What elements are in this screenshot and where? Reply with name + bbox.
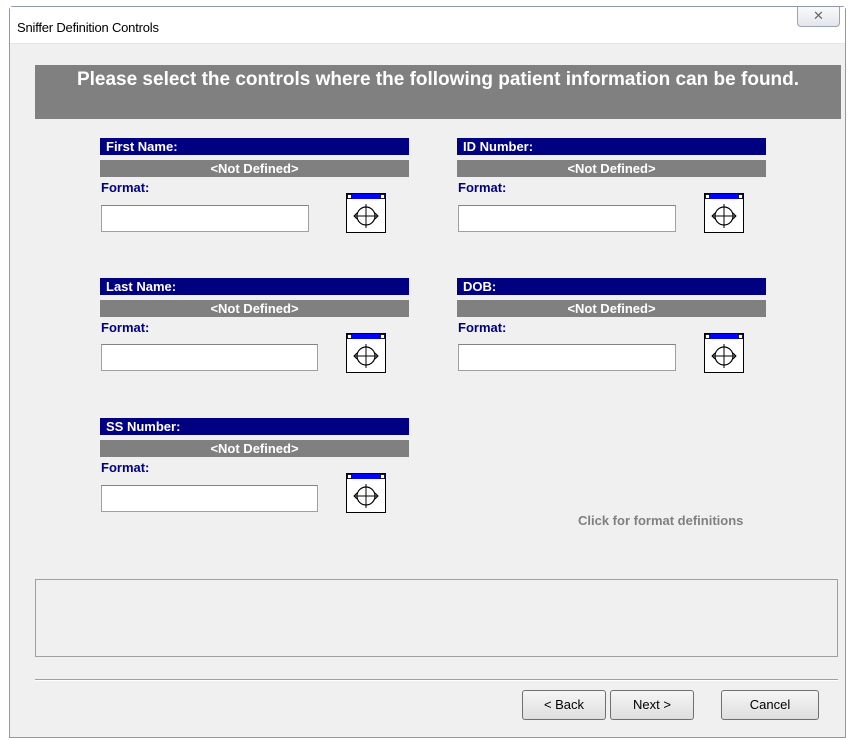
- id-number-value: <Not Defined>: [457, 160, 766, 177]
- crosshair-target-icon: [704, 333, 744, 373]
- id-number-header: ID Number:: [457, 138, 766, 155]
- first-name-format-input[interactable]: [101, 205, 309, 232]
- first-name-format-label: Format:: [101, 180, 150, 195]
- ss-number-value: <Not Defined>: [100, 440, 409, 457]
- first-name-value: <Not Defined>: [100, 160, 409, 177]
- ss-number-format-label: Format:: [101, 460, 150, 475]
- last-name-format-input[interactable]: [101, 344, 318, 371]
- dob-value: <Not Defined>: [457, 300, 766, 317]
- ss-number-target-button[interactable]: [346, 473, 386, 513]
- last-name-header: Last Name:: [100, 278, 409, 295]
- ss-number-format-input[interactable]: [101, 485, 318, 512]
- crosshair-target-icon: [346, 333, 386, 373]
- dob-header: DOB:: [457, 278, 766, 295]
- background-edge: [0, 0, 9, 740]
- last-name-format-label: Format:: [101, 320, 150, 335]
- crosshair-target-icon: [346, 473, 386, 513]
- last-name-target-button[interactable]: [346, 333, 386, 373]
- id-number-target-button[interactable]: [704, 193, 744, 233]
- button-separator: [35, 679, 838, 681]
- close-icon: ✕: [813, 8, 824, 23]
- close-button[interactable]: ✕: [797, 7, 840, 27]
- next-button[interactable]: Next >: [610, 690, 694, 720]
- id-number-format-label: Format:: [458, 180, 507, 195]
- back-button[interactable]: < Back: [522, 690, 606, 720]
- dob-format-input[interactable]: [458, 344, 676, 371]
- instruction-banner: Please select the controls where the fol…: [35, 65, 841, 119]
- id-number-format-input[interactable]: [458, 205, 676, 232]
- dialog-window: Sniffer Definition Controls ✕ Please sel…: [9, 6, 846, 738]
- ss-number-header: SS Number:: [100, 418, 409, 435]
- title-bar[interactable]: Sniffer Definition Controls ✕: [10, 7, 845, 44]
- dob-format-label: Format:: [458, 320, 507, 335]
- dob-target-button[interactable]: [704, 333, 744, 373]
- status-panel: [35, 579, 838, 657]
- crosshair-target-icon: [704, 193, 744, 233]
- first-name-header: First Name:: [100, 138, 409, 155]
- window-title: Sniffer Definition Controls: [17, 20, 159, 35]
- last-name-value: <Not Defined>: [100, 300, 409, 317]
- crosshair-target-icon: [346, 193, 386, 233]
- cancel-button[interactable]: Cancel: [721, 690, 819, 720]
- first-name-target-button[interactable]: [346, 193, 386, 233]
- format-definitions-link[interactable]: Click for format definitions: [578, 513, 743, 528]
